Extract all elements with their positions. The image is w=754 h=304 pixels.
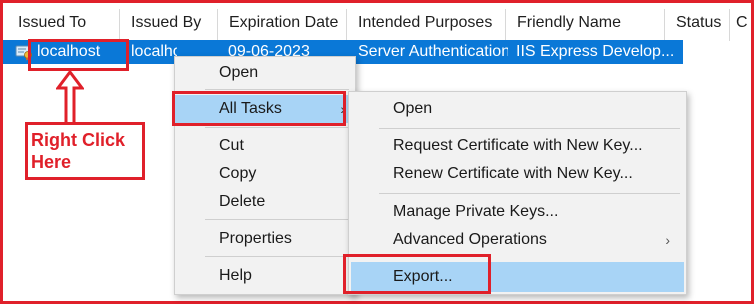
- menu-item-copy[interactable]: Copy: [175, 160, 355, 188]
- column-status[interactable]: Status: [665, 3, 731, 43]
- menu-item-delete[interactable]: Delete: [175, 188, 355, 216]
- up-arrow-icon: [56, 70, 84, 126]
- submenu-arrow-icon: ›: [665, 232, 670, 248]
- menu-separator: [205, 256, 349, 257]
- submenu-item-manage-private-keys[interactable]: Manage Private Keys...: [349, 198, 686, 226]
- annotation-line-2: Here: [31, 152, 72, 172]
- submenu-item-renew-new-key[interactable]: Renew Certificate with New Key...: [349, 160, 686, 188]
- menu-item-help[interactable]: Help: [175, 262, 355, 290]
- cell-issued-by: localhost: [131, 43, 177, 60]
- menu-item-properties[interactable]: Properties: [175, 225, 355, 253]
- submenu-arrow-icon: ›: [340, 101, 345, 117]
- cell-intended-purposes: Server Authentication: [358, 43, 508, 60]
- cell-issued-to: localhost: [37, 43, 101, 60]
- menu-item-all-tasks[interactable]: All Tasks ›: [175, 95, 355, 123]
- certificate-icon: [15, 45, 32, 61]
- column-friendly-name[interactable]: Friendly Name: [506, 3, 664, 43]
- menu-item-open[interactable]: Open: [175, 59, 355, 87]
- menu-separator: [205, 127, 349, 128]
- column-expiration-date[interactable]: Expiration Date: [218, 3, 348, 43]
- column-truncated[interactable]: C: [730, 3, 748, 43]
- menu-separator: [379, 193, 680, 194]
- menu-separator: [205, 219, 349, 220]
- menu-separator: [379, 128, 680, 129]
- submenu-item-request-new-key[interactable]: Request Certificate with New Key...: [349, 132, 686, 160]
- menu-item-cut[interactable]: Cut: [175, 132, 355, 160]
- context-menu: Open All Tasks › Cut Copy Delete Propert…: [174, 56, 356, 295]
- annotation-line-1: Right Click: [31, 130, 126, 150]
- submenu-item-open[interactable]: Open: [349, 95, 686, 123]
- right-click-annotation: Right Click Here: [25, 122, 145, 180]
- submenu-item-export[interactable]: Export...: [351, 262, 684, 292]
- all-tasks-submenu: Open Request Certificate with New Key...…: [348, 91, 687, 295]
- column-issued-by[interactable]: Issued By: [120, 3, 218, 43]
- column-issued-to[interactable]: Issued To: [7, 3, 117, 43]
- column-header: Issued To Issued By Expiration Date Inte…: [3, 3, 751, 43]
- menu-separator: [205, 89, 349, 90]
- cell-friendly-name: IIS Express Develop...: [516, 43, 675, 60]
- submenu-item-advanced-operations[interactable]: Advanced Operations ›: [349, 226, 686, 254]
- column-intended-purposes[interactable]: Intended Purposes: [347, 3, 507, 43]
